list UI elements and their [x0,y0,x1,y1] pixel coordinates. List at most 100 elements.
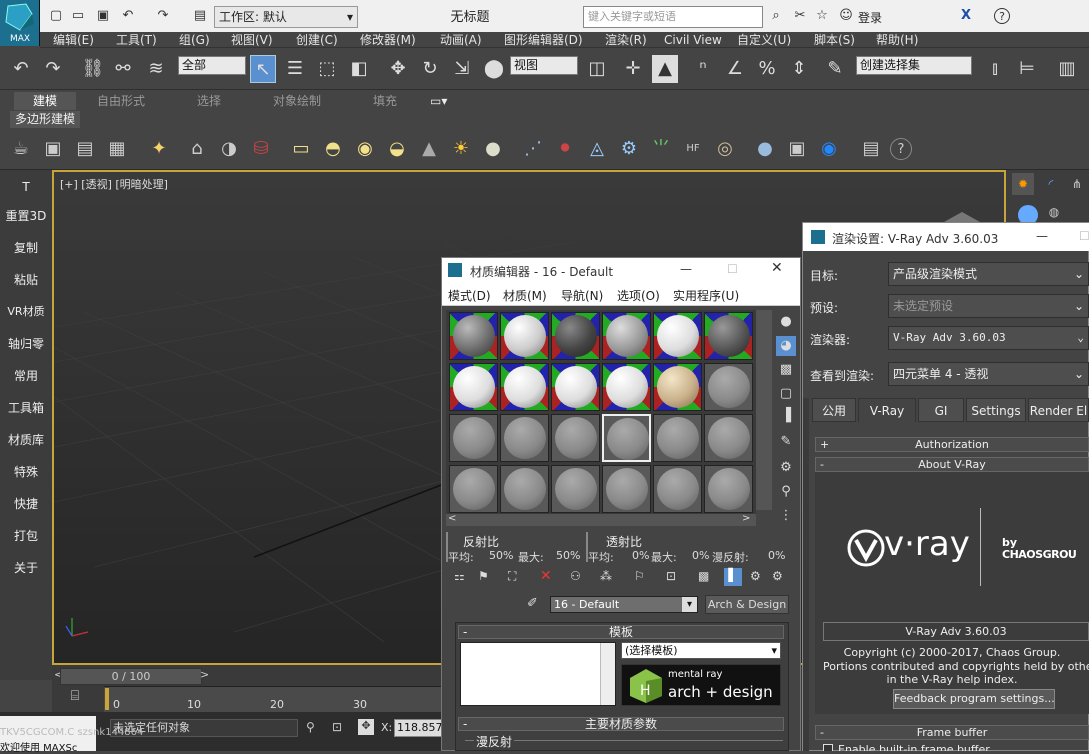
hierarchy-tab-icon[interactable]: ⋔ [1066,173,1088,195]
project-folder-icon[interactable]: ▤ [192,8,208,24]
template-select-dropdown[interactable]: (选择模板) ▾ [621,642,781,659]
ribbon-tab-selection[interactable]: 选择 [197,92,221,110]
material-slot[interactable] [704,414,753,462]
shell-icon[interactable]: ◎ [712,136,738,162]
ribbon-panel-polygon-modeling[interactable]: 多边形建模 [10,111,80,128]
percent-snap-icon[interactable]: % [754,55,780,83]
put-to-scene-icon[interactable]: ⚑ [478,569,489,583]
menu-animation[interactable]: 动画(A) [440,32,482,48]
backlight-icon[interactable]: ◕ [776,336,796,356]
material-slot-grid[interactable] [446,310,756,514]
hf-icon[interactable]: HF [680,136,706,162]
edit-named-sel-icon[interactable]: ✎ [822,55,848,83]
material-id-icon[interactable]: ⊡ [666,569,676,583]
link-icon[interactable]: ⛓ [80,55,106,83]
left-item-about[interactable]: 关于 [0,559,52,576]
time-slider[interactable]: 0 / 100 [60,668,202,685]
ies-light-icon[interactable]: ◒ [384,136,410,162]
eyedropper-icon[interactable]: ✐ [527,596,538,611]
material-slot[interactable] [602,363,651,411]
left-item-toolbox[interactable]: 工具箱 [0,399,52,416]
left-item-vr-material[interactable]: VR材质 [0,303,52,319]
menu-rendering[interactable]: 渲染(R) [605,32,647,48]
star-icon[interactable]: ☆ [814,8,830,24]
open-file-icon[interactable]: ▭ [70,8,86,24]
fur-icon[interactable]: ⋰ [520,136,546,162]
plane-icon[interactable]: ▭ [288,136,314,162]
make-preview-icon[interactable]: ✎ [776,432,796,452]
frame-buffer-rollout[interactable]: - Frame buffer [815,725,1089,740]
light-icon[interactable]: ✦ [146,136,172,162]
spinner-snap-icon[interactable]: ⇕ [786,55,812,83]
sphere-material-icon[interactable]: ● [752,136,778,162]
material-slot[interactable] [653,363,702,411]
cone-icon[interactable]: ▲ [416,136,442,162]
redo-icon[interactable]: ↷ [155,8,171,24]
template-list[interactable] [460,642,616,706]
left-item-material-library[interactable]: 材质库 [0,431,52,448]
view-to-render-dropdown[interactable]: 四元菜单 4 - 透视 ⌄ [888,362,1089,386]
options-icon[interactable]: ⚙ [776,458,796,478]
timeline-next-icon[interactable]: > [200,668,209,681]
material-slot[interactable] [449,414,498,462]
ribbon-tab-object-paint[interactable]: 对象绘制 [273,92,321,110]
half-moon-icon[interactable]: ◑ [216,136,242,162]
menu-graph-editors[interactable]: 图形编辑器(D) [504,32,583,48]
isolate-icon[interactable]: ⚲ [306,720,315,734]
save-icon[interactable]: ▣ [95,8,111,24]
material-name-field[interactable]: 16 - Default [550,596,698,613]
tab-common[interactable]: 公用 [812,398,856,422]
select-by-name-icon[interactable]: ☰ [282,55,308,83]
menu-help[interactable]: 帮助(H) [876,32,918,48]
authorization-rollout[interactable]: + Authorization [815,437,1089,452]
material-slot[interactable] [500,312,549,360]
material-slot[interactable] [653,414,702,462]
angle-snap-icon[interactable]: ∠ [722,55,748,83]
left-item-pivot-zero[interactable]: 轴归零 [0,335,52,352]
render-camera-icon[interactable]: ⛁ [248,136,274,162]
redo-icon[interactable]: ↷ [40,55,66,83]
bind-spacewarp-icon[interactable]: ≋ [143,55,169,83]
unlink-icon[interactable]: ⚯ [110,55,136,83]
left-item-special[interactable]: 特殊 [0,463,52,480]
binoculars-icon[interactable]: ⌕ [768,8,784,24]
show-map-icon[interactable]: ▩ [698,569,709,583]
mat-menu-modes[interactable]: 模式(D) [448,287,491,304]
undo-icon[interactable]: ↶ [8,55,34,83]
feedback-settings-button[interactable]: Feedback program settings... [893,689,1055,709]
search-input[interactable]: 键入关键字或短语 [583,6,763,28]
material-browser-icon[interactable]: ▦ [104,136,130,162]
tab-settings[interactable]: Settings [966,398,1026,422]
material-map-navigator-icon[interactable]: ⋮ [776,506,796,526]
time-cursor[interactable] [105,688,109,710]
mat-menu-material[interactable]: 材质(M) [503,287,547,304]
log-icon[interactable]: ▤ [858,136,884,162]
menu-edit[interactable]: 编辑(E) [53,32,94,48]
render-sphere-icon[interactable]: ◉ [816,136,842,162]
sky-icon[interactable]: ● [480,136,506,162]
sample-type-icon[interactable]: ● [776,312,796,332]
viewport-label[interactable]: [+] [透视] [明暗处理] [60,176,168,192]
absolute-mode-icon[interactable]: ✥ [358,719,374,735]
tools-icon[interactable]: ✂ [792,8,808,24]
go-to-parent-icon[interactable]: ⚙ [750,569,761,583]
show-end-result-icon[interactable]: ▌ [724,568,742,586]
mat-menu-utilities[interactable]: 实用程序(U) [673,287,739,304]
put-to-library-icon[interactable]: ⚐ [634,569,645,583]
ribbon-tab-modeling[interactable]: 建模 [14,92,76,110]
rect-selection-icon[interactable]: ⬚ [314,55,340,83]
reset-map-icon[interactable]: ✕ [540,568,552,584]
mat-menu-navigation[interactable]: 导航(N) [561,287,603,304]
ribbon-tab-populate[interactable]: 填充 [373,92,397,110]
workspace-dropdown[interactable]: 工作区: 默认 ▾ [214,6,358,28]
menu-create[interactable]: 创建(C) [296,32,338,48]
reference-coord-dropdown[interactable]: 视图 [510,56,578,75]
left-item-t[interactable]: T [0,180,52,194]
mat-menu-options[interactable]: 选项(O) [617,287,660,304]
create-tab-icon[interactable]: ✹ [1012,173,1034,195]
dome-icon[interactable]: ◓ [320,136,346,162]
maximize-icon[interactable]: ☐ [727,262,738,276]
new-file-icon[interactable]: ▢ [48,8,64,24]
ribbon-tab-freeform[interactable]: 自由形式 [97,92,145,110]
grass-icon[interactable]: ⺌ [648,136,674,162]
